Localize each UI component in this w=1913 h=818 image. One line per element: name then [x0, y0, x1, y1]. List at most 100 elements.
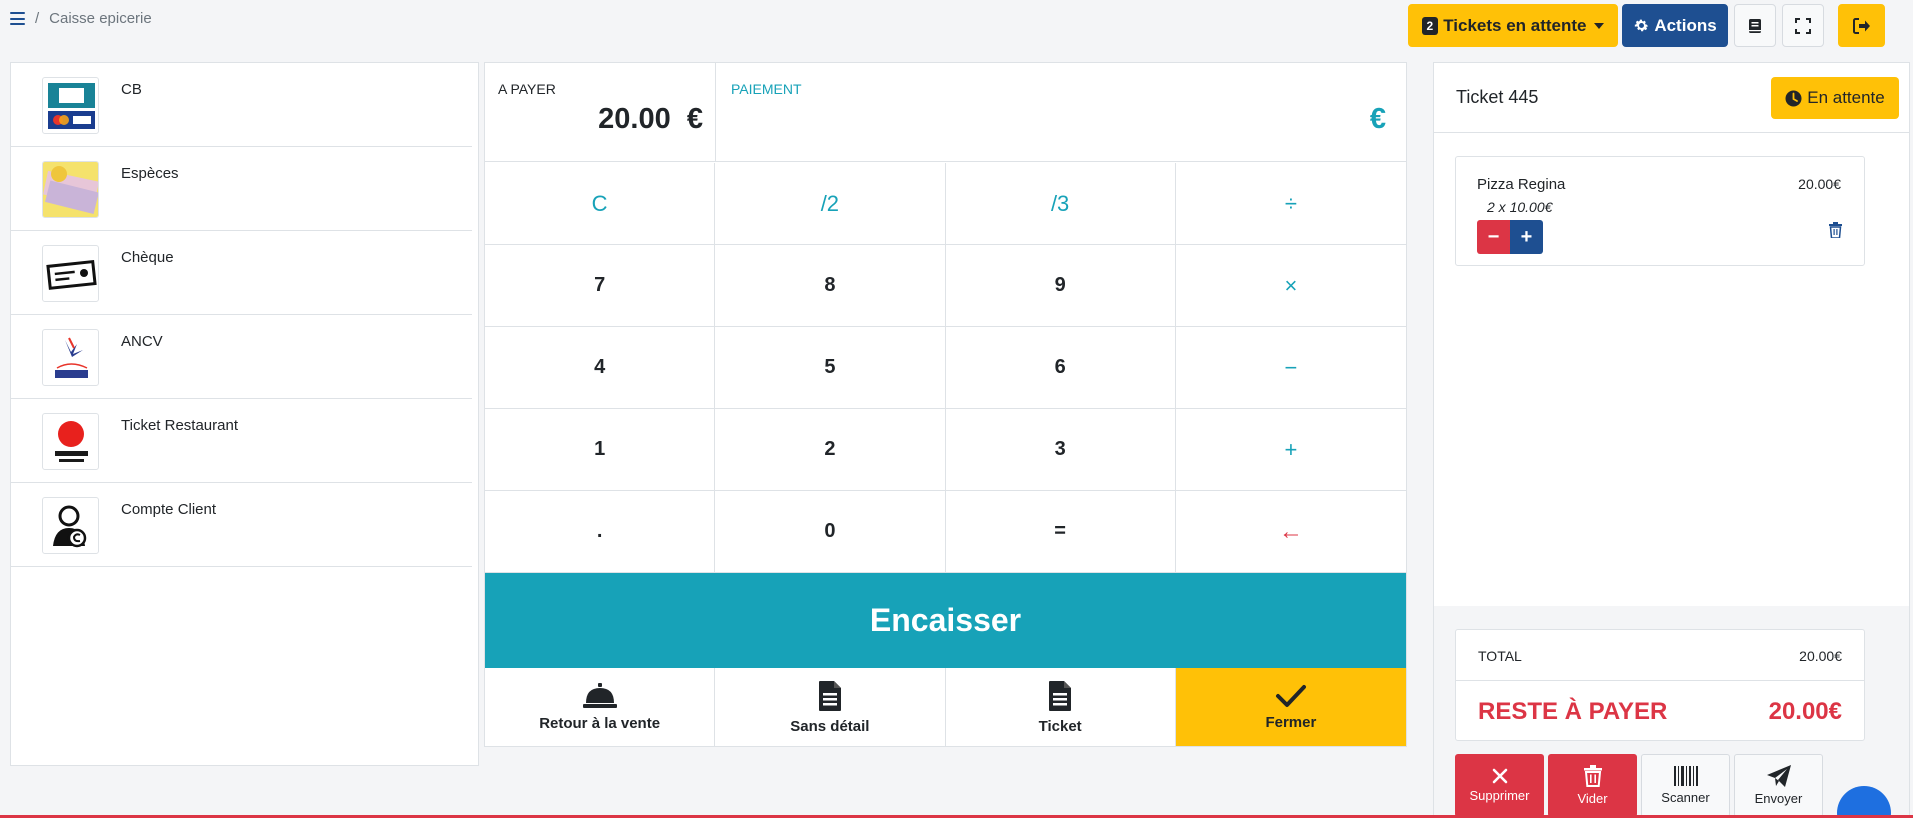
payment-method-label: Espèces [121, 165, 179, 182]
payment-method-label: ANCV [121, 333, 163, 350]
put-on-hold-button[interactable]: En attente [1771, 77, 1899, 119]
pending-count-badge: 2 [1421, 16, 1439, 35]
line-quantity: 2 x 10.00€ [1487, 199, 1553, 215]
to-pay-label: A PAYER [498, 81, 556, 97]
customer-account-icon [42, 497, 99, 554]
key-plus[interactable]: + [1175, 409, 1406, 491]
send-button[interactable]: Envoyer [1734, 754, 1823, 817]
hamburger-menu-icon[interactable] [10, 12, 25, 25]
key-9[interactable]: 9 [945, 245, 1176, 327]
amount-to-pay: A PAYER 20.00 € [485, 63, 716, 162]
key-5[interactable]: 5 [715, 327, 946, 409]
key-4[interactable]: 4 [485, 327, 716, 409]
key-minus[interactable]: − [1175, 327, 1406, 409]
gear-icon [1635, 19, 1649, 32]
payment-method-label: Ticket Restaurant [121, 417, 238, 434]
actions-label: Actions [1654, 15, 1717, 35]
clear-ticket-label: Vider [1577, 791, 1608, 806]
breadcrumb-separator: / [35, 10, 40, 27]
fullscreen-button[interactable] [1782, 4, 1824, 47]
document-icon [1049, 680, 1072, 711]
trash-icon[interactable] [1829, 222, 1842, 238]
logout-button[interactable] [1838, 4, 1885, 47]
payment-method-cb[interactable]: CB [11, 63, 472, 147]
top-bar: / Caisse epicerie 2 Tickets en attente A… [0, 0, 1913, 52]
amount-display: A PAYER 20.00 € PAIEMENT € [485, 63, 1406, 162]
put-on-hold-label: En attente [1807, 88, 1885, 107]
checkout-button[interactable]: Encaisser [485, 573, 1406, 668]
key-equals[interactable]: = [945, 491, 1176, 573]
clock-icon [1785, 90, 1802, 106]
scan-button[interactable]: Scanner [1641, 754, 1730, 817]
send-label: Envoyer [1754, 791, 1803, 806]
book-button[interactable] [1734, 4, 1776, 47]
ticket-label: Ticket [1038, 717, 1082, 735]
key-decimal[interactable]: . [485, 491, 716, 573]
fullscreen-icon [1795, 17, 1811, 34]
ancv-logo [42, 329, 99, 386]
key-multiply[interactable]: × [1175, 245, 1406, 327]
line-product-name: Pizza Regina [1477, 176, 1566, 193]
payment-method-ticket-restaurant[interactable]: Ticket Restaurant [11, 399, 472, 483]
key-7[interactable]: 7 [485, 245, 716, 327]
key-0[interactable]: 0 [715, 491, 946, 573]
key-half[interactable]: /2 [715, 163, 946, 245]
clear-ticket-button[interactable]: Vider [1548, 754, 1637, 817]
total-row: TOTAL 20.00€ [1456, 630, 1864, 681]
book-icon [1749, 18, 1761, 33]
pending-tickets-button[interactable]: 2 Tickets en attente [1408, 4, 1618, 47]
checkmark-icon [1275, 684, 1306, 707]
delete-ticket-label: Supprimer [1469, 788, 1530, 803]
cheque-icon [42, 245, 99, 302]
payment-method-label: Chèque [121, 249, 174, 266]
trash-icon [1583, 765, 1602, 787]
ticket-footer: TOTAL 20.00€ RESTE À PAYER 20.00€ Suppri… [1434, 606, 1909, 817]
key-6[interactable]: 6 [945, 327, 1176, 409]
payment-label: PAIEMENT [731, 81, 802, 97]
keypad-grid: C/2/3 ÷ 7 8 9 × 4 5 6− 1 2 3 +. 0 = ← [485, 163, 1406, 573]
breadcrumb: / Caisse epicerie [10, 10, 152, 27]
pending-tickets-label: Tickets en attente [1443, 15, 1587, 35]
cb-card-icon [42, 77, 99, 134]
back-to-sale-button[interactable]: Retour à la vente [485, 668, 716, 746]
payment-method-ancv[interactable]: ANCV [11, 315, 472, 399]
payment-method-especes[interactable]: Espèces [11, 147, 472, 231]
payment-method-label: Compte Client [121, 501, 217, 518]
no-detail-button[interactable]: Sans détail [715, 668, 946, 746]
ticket-totals: TOTAL 20.00€ RESTE À PAYER 20.00€ [1455, 629, 1865, 741]
total-value: 20.00€ [1799, 648, 1842, 664]
increase-quantity-button[interactable]: + [1510, 220, 1543, 254]
line-price: 20.00€ [1798, 176, 1841, 192]
payment-value: € [1369, 103, 1386, 135]
delete-ticket-button[interactable]: Supprimer [1455, 754, 1544, 817]
key-1[interactable]: 1 [485, 409, 716, 491]
banknotes-icon [42, 161, 99, 218]
payment-method-cheque[interactable]: Chèque [11, 231, 472, 315]
total-label: TOTAL [1478, 648, 1522, 664]
ticket-button[interactable]: Ticket [946, 668, 1176, 746]
key-third[interactable]: /3 [945, 163, 1176, 245]
no-detail-label: Sans détail [790, 717, 870, 735]
close-sale-button[interactable]: Fermer [1175, 668, 1406, 746]
payment-method-compte-client[interactable]: Compte Client [11, 483, 472, 567]
payment-method-label: CB [121, 81, 142, 98]
ticket-restaurant-logo [42, 413, 99, 470]
payment-keypad-panel: A PAYER 20.00 € PAIEMENT € C/2/3 ÷ 7 8 9 × 4 5 6… [484, 62, 1407, 747]
key-clear[interactable]: C [485, 163, 716, 245]
key-8[interactable]: 8 [715, 245, 946, 327]
service-bell-icon [582, 682, 617, 708]
key-backspace[interactable]: ← [1175, 491, 1406, 573]
decrease-quantity-button[interactable]: − [1477, 220, 1510, 254]
paper-plane-icon [1766, 765, 1791, 787]
ticket-line: Pizza Regina 20.00€ 2 x 10.00€ − + [1455, 156, 1865, 266]
to-pay-value: 20.00 € [598, 103, 703, 135]
key-3[interactable]: 3 [945, 409, 1176, 491]
ticket-title: Ticket 445 [1456, 87, 1539, 107]
actions-button[interactable]: Actions [1622, 4, 1728, 47]
scan-label: Scanner [1661, 790, 1710, 805]
logout-icon [1852, 17, 1870, 34]
remaining-label: RESTE À PAYER [1478, 698, 1668, 725]
key-divide[interactable]: ÷ [1175, 163, 1406, 245]
key-2[interactable]: 2 [715, 409, 946, 491]
caret-down-icon [1594, 22, 1605, 29]
